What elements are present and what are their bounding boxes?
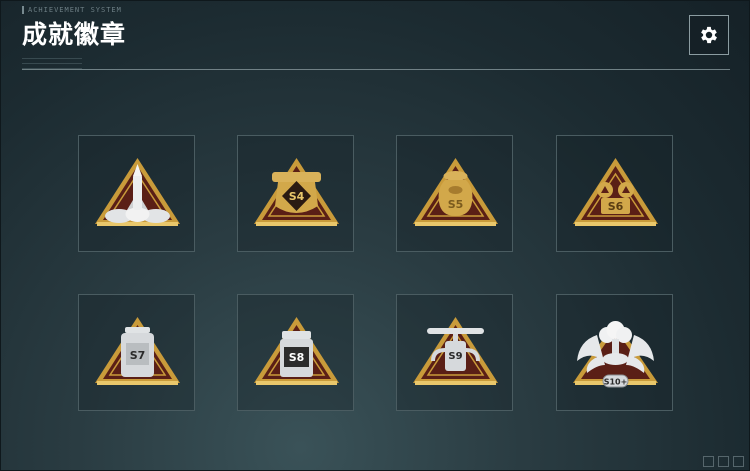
badge-label: S4 [289,190,305,203]
badge-slot-4[interactable]: S6 [556,135,673,252]
badge-label: S6 [608,200,624,213]
rocket-launch-badge-icon [95,158,180,226]
winged-mushroom-cloud-badge-icon: S10+ [573,321,658,388]
rotor-drone-badge-icon: S9 [413,317,498,385]
badge-label: S10+ [604,378,628,387]
settings-button[interactable] [689,15,729,55]
badge-label: S8 [289,351,305,364]
barrel-cannon-badge-icon: S4 [254,158,339,226]
badge-slot-3[interactable]: S5 [396,135,513,252]
corner-square-icon [703,456,714,467]
badge-slot-1[interactable] [78,135,195,252]
header-divider [22,69,730,70]
badge-label: S5 [448,198,464,211]
corner-square-icon [718,456,729,467]
badge-slot-6[interactable]: S8 [237,294,354,411]
page-title: 成就徽章 [22,20,127,49]
fuel-canister-badge-icon: S7 [95,317,180,385]
decorative-lines [22,58,82,73]
badge-slot-8[interactable]: S10+ [556,294,673,411]
header-subtitle: ACHIEVEMENT SYSTEM [22,6,122,14]
badge-label: S9 [448,351,462,362]
generator-box-badge-icon: S8 [254,317,339,385]
badge-label: S7 [130,349,146,362]
badge-slot-7[interactable]: S9 [396,294,513,411]
twin-shields-badge-icon: S6 [573,158,658,226]
gear-icon [701,26,717,44]
sack-bag-badge-icon: S5 [413,158,498,226]
badge-slot-5[interactable]: S7 [78,294,195,411]
corner-square-icon [733,456,744,467]
corner-controls [703,456,744,467]
badge-slot-2[interactable]: S4 [237,135,354,252]
